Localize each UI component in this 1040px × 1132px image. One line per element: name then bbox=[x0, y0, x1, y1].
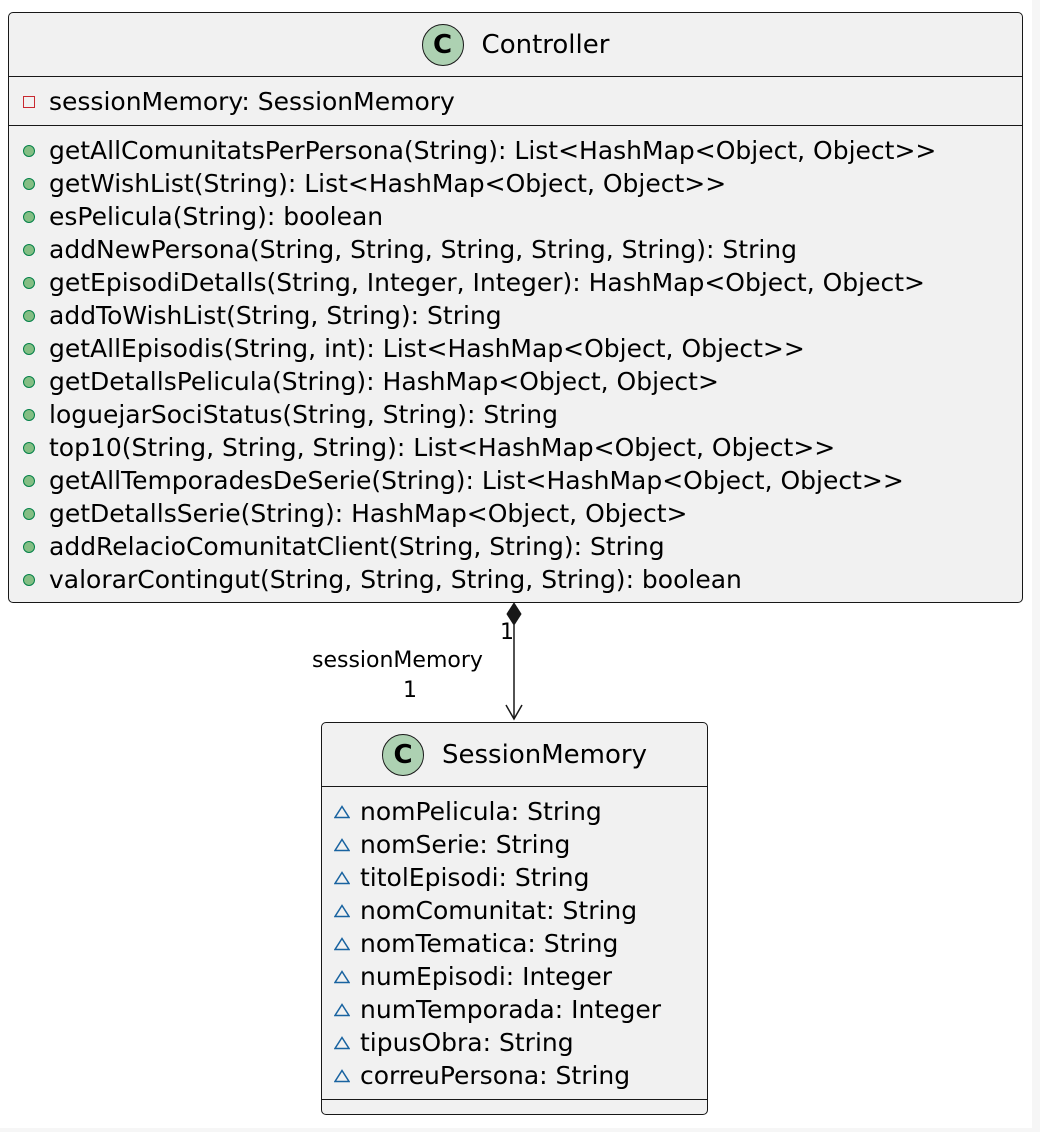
field: nomTematica: String bbox=[322, 927, 707, 960]
field-text: titolEpisodi: String bbox=[360, 863, 590, 892]
methods-section bbox=[322, 1100, 707, 1101]
field: nomSerie: String bbox=[322, 828, 707, 861]
field: tipusObra: String bbox=[322, 1026, 707, 1059]
package-visibility-icon bbox=[334, 1035, 350, 1049]
role-label: sessionMemory bbox=[312, 648, 483, 673]
package-visibility-icon bbox=[334, 969, 350, 983]
package-visibility-icon bbox=[334, 870, 350, 884]
field-text: nomPelicula: String bbox=[360, 797, 602, 826]
field-text: nomComunitat: String bbox=[360, 896, 638, 925]
package-visibility-icon bbox=[334, 936, 350, 950]
field-text: numEpisodi: Integer bbox=[360, 962, 613, 991]
target-multiplicity: 1 bbox=[403, 678, 417, 703]
field-text: nomTematica: String bbox=[360, 929, 619, 958]
field-text: correuPersona: String bbox=[360, 1061, 631, 1090]
field: correuPersona: String bbox=[322, 1059, 707, 1092]
field-text: nomSerie: String bbox=[360, 830, 571, 859]
field-text: tipusObra: String bbox=[360, 1028, 574, 1057]
uml-class-diagram: C Controller sessionMemory: SessionMemor… bbox=[0, 0, 1032, 1128]
field-text: numTemporada: Integer bbox=[360, 995, 662, 1024]
package-visibility-icon bbox=[334, 903, 350, 917]
class-name: SessionMemory bbox=[442, 739, 647, 770]
package-visibility-icon bbox=[334, 837, 350, 851]
source-multiplicity: 1 bbox=[500, 620, 514, 645]
package-visibility-icon bbox=[334, 1068, 350, 1082]
class-header: C SessionMemory bbox=[322, 723, 707, 786]
package-visibility-icon bbox=[334, 804, 350, 818]
fields-section: nomPelicula: String nomSerie: String tit… bbox=[322, 787, 707, 1099]
field: nomComunitat: String bbox=[322, 894, 707, 927]
field: numTemporada: Integer bbox=[322, 993, 707, 1026]
field: titolEpisodi: String bbox=[322, 861, 707, 894]
package-visibility-icon bbox=[334, 1002, 350, 1016]
field: nomPelicula: String bbox=[322, 795, 707, 828]
field: numEpisodi: Integer bbox=[322, 960, 707, 993]
class-sessionmemory[interactable]: C SessionMemory nomPelicula: String nomS… bbox=[321, 722, 708, 1115]
class-stereotype-icon: C bbox=[382, 733, 425, 776]
